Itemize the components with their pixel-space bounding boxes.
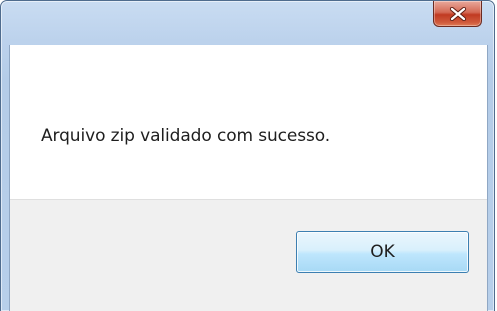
dialog-client-area: Arquivo zip validado com sucesso. OK (9, 45, 488, 311)
message-panel: Arquivo zip validado com sucesso. (10, 45, 487, 199)
message-dialog-window: Arquivo zip validado com sucesso. OK (0, 0, 495, 311)
title-bar[interactable] (1, 1, 494, 45)
close-button[interactable] (433, 1, 482, 27)
ok-button[interactable]: OK (296, 231, 469, 273)
close-x-icon (449, 6, 467, 21)
dialog-message: Arquivo zip validado com sucesso. (41, 126, 331, 146)
button-panel: OK (10, 199, 487, 311)
